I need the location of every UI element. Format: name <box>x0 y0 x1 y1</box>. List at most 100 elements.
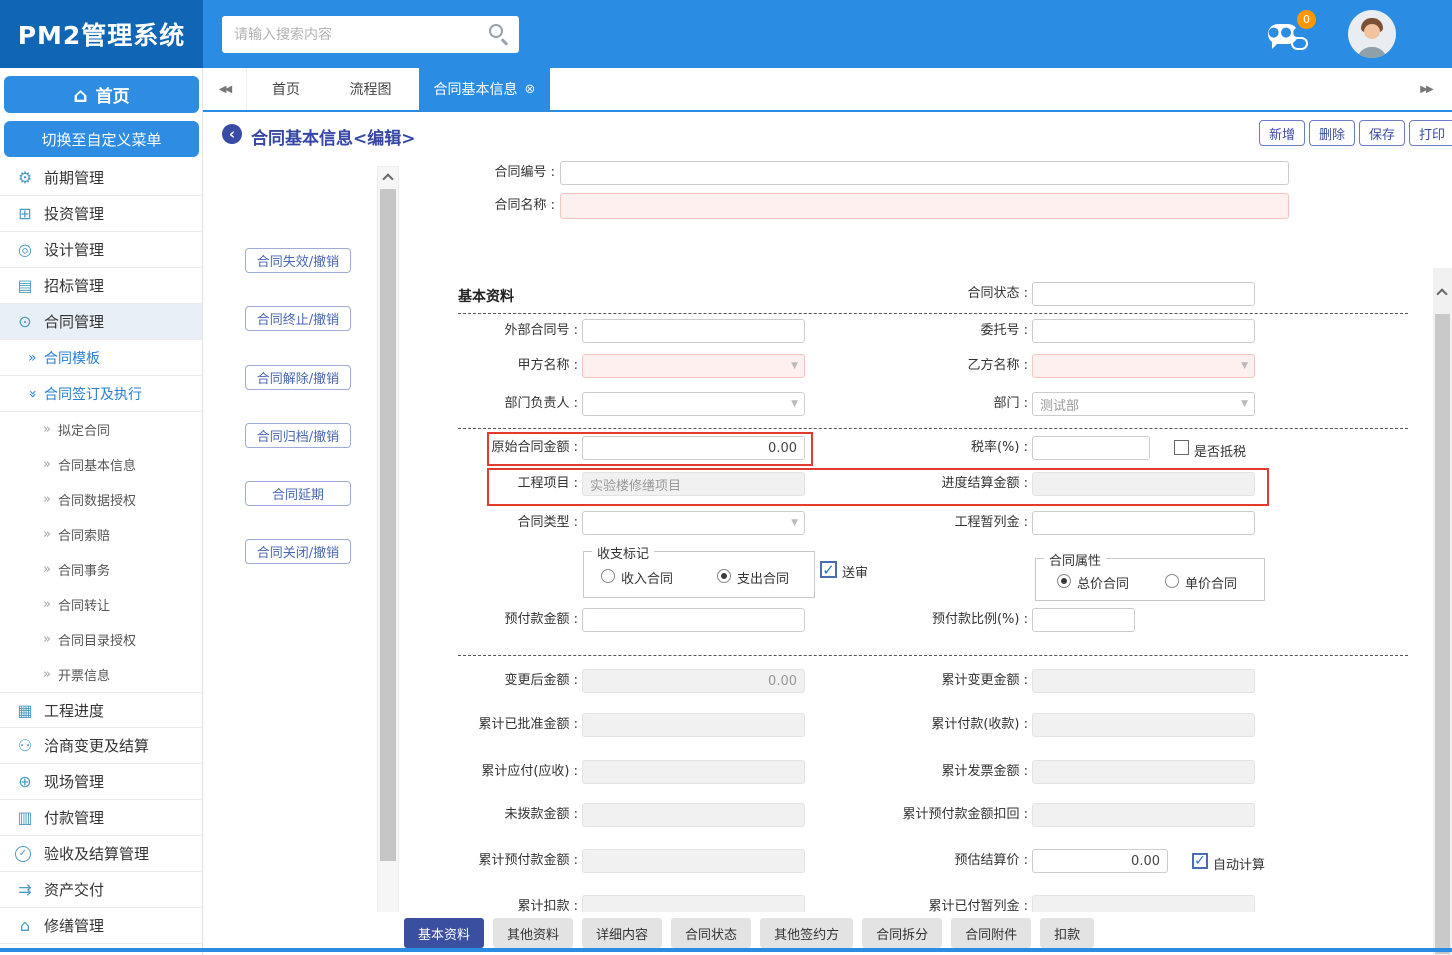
sidebar-item[interactable]: ▦工程进度 <box>0 692 203 728</box>
text-field[interactable] <box>560 161 1289 185</box>
sidebar-item[interactable]: ⚇洽商变更及结算 <box>0 728 203 764</box>
contract-action-button[interactable]: 合同归档/撤销 <box>245 423 351 448</box>
sidebar-item[interactable]: »合同模板 <box>0 340 203 376</box>
search-box[interactable] <box>222 16 519 53</box>
select-field[interactable]: ▼ <box>582 511 805 535</box>
page-scrollbar[interactable] <box>1433 268 1452 955</box>
text-field[interactable] <box>1032 511 1255 535</box>
bottom-tab[interactable]: 详细内容 <box>582 918 662 948</box>
field-input[interactable] <box>582 608 805 632</box>
bottom-tab[interactable]: 基本资料 <box>404 918 484 948</box>
text-field[interactable] <box>582 608 805 632</box>
contract-action-button[interactable]: 合同解除/撤销 <box>245 365 351 390</box>
contract-action-button[interactable]: 合同关闭/撤销 <box>245 539 351 564</box>
select-field[interactable]: ▼ <box>1032 392 1255 416</box>
contract-action-button[interactable]: 合同延期 <box>245 481 351 506</box>
text-field[interactable] <box>582 436 805 460</box>
bottom-tab[interactable]: 合同状态 <box>671 918 751 948</box>
field-input <box>1032 760 1255 784</box>
user-avatar[interactable] <box>1348 10 1396 58</box>
sidebar-item[interactable]: ✓验收及结算管理 <box>0 836 203 872</box>
radio-button[interactable] <box>601 569 615 583</box>
delete-button[interactable]: 删除 <box>1309 120 1355 146</box>
tab-close-icon[interactable]: ⊗ <box>525 82 536 97</box>
sidebar-item[interactable]: »合同索赔 <box>0 517 203 552</box>
tab-3[interactable]: 合同基本信息⊗ <box>419 68 550 110</box>
messages-button[interactable]: ●●● 0 <box>1268 22 1304 48</box>
select-field[interactable]: ▼ <box>582 392 805 416</box>
field-input[interactable] <box>560 193 1289 219</box>
sidebar-item[interactable]: ◎设计管理 <box>0 232 203 268</box>
checkbox[interactable]: ✓ <box>1192 853 1208 869</box>
search-input[interactable] <box>234 16 484 53</box>
bottom-tab[interactable]: 合同附件 <box>951 918 1031 948</box>
field-input[interactable] <box>1032 354 1255 378</box>
select-field[interactable]: ▼ <box>1032 354 1255 378</box>
switch-menu-button[interactable]: 切换至自定义菜单 <box>4 121 199 157</box>
sidebar-item[interactable]: »开票信息 <box>0 657 203 692</box>
field-input[interactable] <box>560 161 1289 185</box>
sidebar-item[interactable]: »合同事务 <box>0 552 203 587</box>
field-input[interactable] <box>1032 319 1255 343</box>
radio-button[interactable] <box>717 569 731 583</box>
bottom-tab[interactable]: 其他资料 <box>493 918 573 948</box>
page-scroll-up-icon[interactable] <box>1436 288 1447 299</box>
field-input[interactable] <box>1032 436 1150 460</box>
sidebar-item[interactable]: ⊙合同管理 <box>0 304 203 340</box>
checkbox[interactable]: ✓ <box>820 561 837 578</box>
bottom-tab[interactable]: 扣款 <box>1040 918 1094 948</box>
main-content: ‹ 合同基本信息<编辑> 新增删除保存打印 合同失效/撤销合同终止/撤销合同解除… <box>203 112 1452 948</box>
radio-button[interactable] <box>1057 574 1071 588</box>
sidebar-item[interactable]: »合同目录授权 <box>0 622 203 657</box>
collapse-tabs-icon[interactable]: ◀◀ <box>203 68 247 110</box>
text-field[interactable] <box>1032 608 1135 632</box>
field-input[interactable] <box>1032 608 1135 632</box>
save-button[interactable]: 保存 <box>1359 120 1405 146</box>
field-input <box>582 713 805 737</box>
field-input[interactable] <box>1032 511 1255 535</box>
sidebar-item[interactable]: ⚙前期管理 <box>0 160 203 196</box>
contract-action-button[interactable]: 合同失效/撤销 <box>245 248 351 273</box>
sidebar-item[interactable]: ⊞投资管理 <box>0 196 203 232</box>
sidebar-item[interactable]: ▤招标管理 <box>0 268 203 304</box>
sidebar-item[interactable]: ⊕现场管理 <box>0 764 203 800</box>
print-button[interactable]: 打印 <box>1409 120 1452 146</box>
field-input[interactable] <box>582 392 805 416</box>
back-button[interactable]: ‹ <box>222 124 242 144</box>
select-field[interactable]: ▼ <box>582 354 805 378</box>
text-field[interactable] <box>1032 319 1255 343</box>
sidebar-home-button[interactable]: ⌂ 首页 <box>4 76 199 113</box>
field-input[interactable] <box>582 319 805 343</box>
sidebar-item[interactable]: »合同签订及执行 <box>0 376 203 412</box>
text-field[interactable] <box>582 319 805 343</box>
text-field[interactable] <box>1032 849 1168 873</box>
sidebar-item[interactable]: ⌂修缮管理 <box>0 908 203 944</box>
sidebar-item[interactable]: ▥付款管理 <box>0 800 203 836</box>
expand-tabs-icon[interactable]: ▶▶ <box>1406 68 1446 110</box>
sidebar-item[interactable]: »拟定合同 <box>0 412 203 447</box>
field-input[interactable] <box>1032 282 1255 306</box>
bottom-tab[interactable]: 其他签约方 <box>760 918 853 948</box>
field-input[interactable] <box>1032 849 1168 873</box>
inner-scrollbar[interactable] <box>377 166 399 946</box>
text-field[interactable] <box>1032 282 1255 306</box>
text-field[interactable] <box>560 193 1289 219</box>
tab-1[interactable]: 首页 <box>250 68 322 110</box>
sidebar-item[interactable]: ⇉资产交付 <box>0 872 203 908</box>
field-input[interactable] <box>582 511 805 535</box>
checkbox[interactable] <box>1174 440 1189 455</box>
sidebar-item[interactable]: »合同基本信息 <box>0 447 203 482</box>
field-input[interactable] <box>582 354 805 378</box>
search-icon[interactable] <box>489 24 503 38</box>
bottom-tab[interactable]: 合同拆分 <box>862 918 942 948</box>
text-field[interactable] <box>1032 436 1150 460</box>
tab-2[interactable]: 流程图 <box>324 68 417 110</box>
contract-action-button[interactable]: 合同终止/撤销 <box>245 306 351 331</box>
field-input[interactable] <box>582 436 805 460</box>
radio-button[interactable] <box>1165 574 1179 588</box>
sidebar-item[interactable]: »合同转让 <box>0 587 203 622</box>
sidebar-item[interactable]: »合同数据授权 <box>0 482 203 517</box>
add-button[interactable]: 新增 <box>1259 120 1305 146</box>
field-input[interactable] <box>1032 392 1255 416</box>
page-scrollbar-thumb[interactable] <box>1435 314 1450 954</box>
